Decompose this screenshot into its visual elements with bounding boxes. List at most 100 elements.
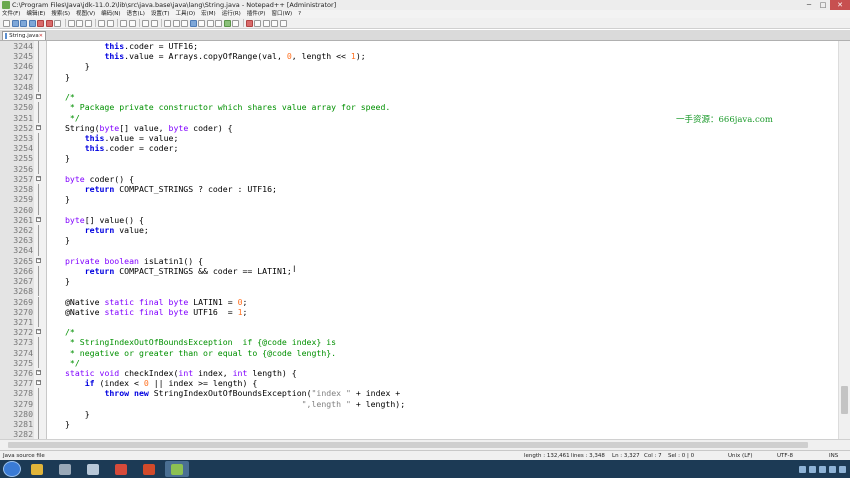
- code-line[interactable]: 3266 return COMPACT_STRINGS && coder == …: [0, 265, 839, 277]
- horizontal-scroll-thumb[interactable]: [8, 442, 808, 448]
- tab-string-java[interactable]: String.java ✕: [2, 31, 46, 40]
- record-macro-icon[interactable]: [245, 19, 253, 27]
- code-line[interactable]: 3267}: [0, 276, 839, 287]
- taskbar-powerpoint[interactable]: [137, 461, 161, 477]
- code-line[interactable]: 3250 * Package private constructor which…: [0, 102, 839, 113]
- code-editor[interactable]: 3244 this.coder = UTF16; 3245 this.value …: [0, 41, 850, 439]
- code-line[interactable]: 3261− byte[] value() {: [0, 215, 839, 225]
- help-icon[interactable]: [809, 465, 816, 473]
- code-line[interactable]: 3282: [0, 429, 839, 439]
- menu-file[interactable]: 文件(F): [2, 10, 20, 18]
- code-line[interactable]: 3265− private boolean isLatin1() {: [0, 256, 839, 266]
- start-button[interactable]: [3, 461, 21, 477]
- taskbar-notepadpp[interactable]: [165, 461, 189, 477]
- taskbar-chrome[interactable]: [109, 461, 133, 477]
- menu-tools[interactable]: 工具(O): [176, 10, 196, 18]
- paste-icon[interactable]: [84, 19, 92, 27]
- new-file-icon[interactable]: [3, 19, 10, 27]
- fold-toggle-icon[interactable]: −: [36, 380, 41, 386]
- menu-encoding[interactable]: 编码(N): [101, 10, 120, 18]
- code-line[interactable]: 3249− /*: [0, 92, 839, 102]
- code-line[interactable]: 3273 * StringIndexOutOfBoundsException i…: [0, 337, 839, 348]
- taskbar-settings[interactable]: [53, 461, 77, 477]
- replace-icon[interactable]: [128, 19, 136, 27]
- network-icon[interactable]: [819, 465, 826, 473]
- stop-macro-icon[interactable]: [254, 19, 261, 27]
- code-line[interactable]: 3280 }: [0, 408, 839, 420]
- code-line[interactable]: 3272− /*: [0, 327, 839, 337]
- code-line[interactable]: 3279 ",length " + length);: [0, 398, 839, 409]
- menu-macro[interactable]: 宏(M): [201, 10, 216, 18]
- menu-plugins[interactable]: 插件(P): [247, 10, 266, 18]
- taskbar-explorer[interactable]: [25, 461, 49, 477]
- maximize-button[interactable]: □: [816, 0, 830, 10]
- menu-search[interactable]: 搜索(S): [51, 10, 70, 18]
- save-icon[interactable]: [20, 19, 27, 27]
- zoom-out-icon[interactable]: [150, 19, 158, 27]
- code-line[interactable]: 3281}: [0, 419, 839, 430]
- fold-toggle-icon[interactable]: −: [36, 257, 41, 263]
- code-line[interactable]: 3258 return COMPACT_STRINGS ? coder : UT…: [0, 184, 839, 195]
- run-macro-multiple-icon[interactable]: [271, 19, 278, 27]
- code-line[interactable]: 3277− if (index < 0 || index >= length) …: [0, 378, 839, 388]
- code-line[interactable]: 3274 * negative or greater than or equal…: [0, 347, 839, 358]
- fold-toggle-icon[interactable]: −: [36, 216, 41, 222]
- code-line[interactable]: 3275 */: [0, 357, 839, 369]
- fold-toggle-icon[interactable]: −: [36, 94, 41, 100]
- close-all-icon[interactable]: [45, 19, 53, 27]
- horizontal-scrollbar[interactable]: [0, 439, 850, 450]
- code-line[interactable]: 3268: [0, 286, 839, 297]
- code-line[interactable]: 3270 @Native static final byte UTF16 = 1;: [0, 306, 839, 317]
- print-icon[interactable]: [54, 19, 61, 27]
- code-line[interactable]: 3257− byte coder() {: [0, 174, 839, 184]
- indent-guide-icon[interactable]: [198, 19, 205, 27]
- vertical-scrollbar[interactable]: [838, 41, 850, 439]
- code-line[interactable]: 3263}: [0, 235, 839, 246]
- code-line[interactable]: 3245 this.value = Arrays.copyOfRange(val…: [0, 51, 839, 62]
- code-line[interactable]: 3276− static void checkIndex(int index, i…: [0, 368, 839, 378]
- code-line[interactable]: 3244 this.coder = UTF16;: [0, 41, 839, 52]
- close-file-icon[interactable]: [37, 19, 44, 27]
- menu-run[interactable]: 运行(R): [222, 10, 241, 18]
- keyboard-icon[interactable]: [799, 465, 806, 473]
- close-button[interactable]: ✕: [830, 0, 850, 10]
- menu-help[interactable]: ?: [298, 10, 301, 18]
- code-line[interactable]: 3260: [0, 204, 839, 215]
- sync-horizontal-icon[interactable]: [172, 19, 180, 27]
- open-file-icon[interactable]: [11, 19, 19, 27]
- volume-icon[interactable]: [829, 465, 836, 473]
- code-line[interactable]: 3254 this.coder = coder;: [0, 143, 839, 154]
- zoom-in-icon[interactable]: [142, 19, 149, 27]
- flag-icon[interactable]: [839, 465, 846, 473]
- redo-icon[interactable]: [106, 19, 114, 27]
- menu-view[interactable]: 视图(V): [76, 10, 95, 18]
- tab-close-icon[interactable]: ✕: [39, 33, 43, 39]
- fold-toggle-icon[interactable]: −: [36, 124, 41, 130]
- copy-icon[interactable]: [76, 19, 83, 27]
- undo-icon[interactable]: [98, 19, 105, 27]
- sync-vertical-icon[interactable]: [164, 19, 171, 27]
- code-line[interactable]: 3256: [0, 163, 839, 174]
- find-icon[interactable]: [120, 19, 127, 27]
- code-line[interactable]: 3247}: [0, 71, 839, 82]
- play-macro-icon[interactable]: [262, 19, 270, 27]
- code-line[interactable]: 3248: [0, 81, 839, 93]
- code-line[interactable]: 3262 return value;: [0, 224, 839, 236]
- code-line[interactable]: 3255}: [0, 153, 839, 164]
- code-line[interactable]: 3259}: [0, 194, 839, 205]
- fold-toggle-icon[interactable]: −: [36, 329, 41, 335]
- folder-workspace-icon[interactable]: [223, 19, 231, 27]
- word-wrap-icon[interactable]: [181, 19, 188, 27]
- code-line[interactable]: 3269 @Native static final byte LATIN1 = 0…: [0, 296, 839, 307]
- menu-language[interactable]: 语言(L): [127, 10, 145, 18]
- menu-settings[interactable]: 设置(T): [151, 10, 170, 18]
- code-line[interactable]: 3278 throw new StringIndexOutOfBoundsExc…: [0, 388, 839, 399]
- monitoring-icon[interactable]: [232, 19, 239, 27]
- code-line[interactable]: 3271: [0, 316, 839, 328]
- fold-toggle-icon[interactable]: −: [36, 370, 41, 376]
- code-line[interactable]: 3246 }: [0, 61, 839, 72]
- save-all-icon[interactable]: [28, 19, 36, 27]
- code-line[interactable]: 3253 this.value = value;: [0, 132, 839, 144]
- show-all-chars-icon[interactable]: [189, 19, 197, 27]
- fold-toggle-icon[interactable]: −: [36, 175, 41, 181]
